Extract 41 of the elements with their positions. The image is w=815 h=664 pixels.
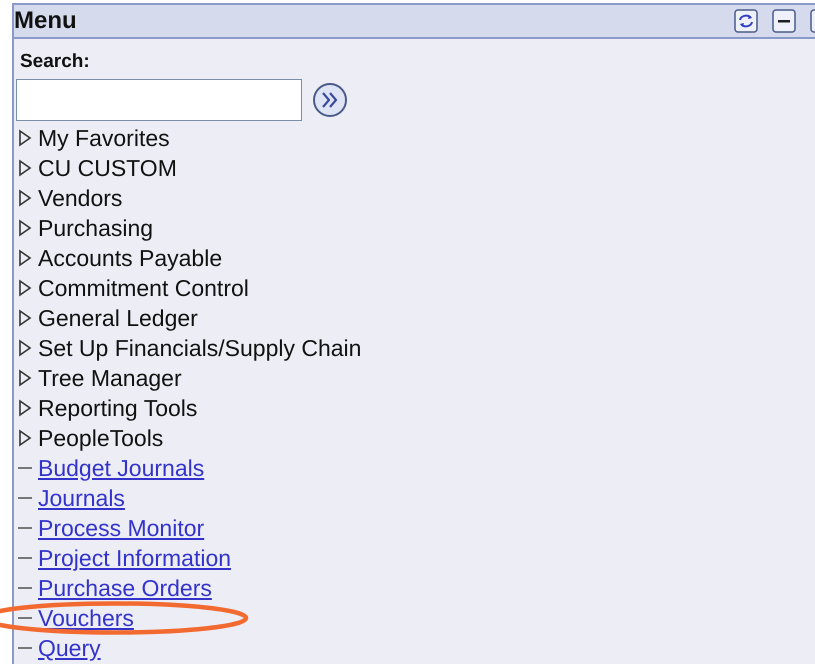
menu-link[interactable]: Process Monitor xyxy=(38,514,204,542)
expand-triangle-icon[interactable] xyxy=(18,219,32,237)
dash-icon xyxy=(18,616,32,620)
expand-triangle-icon[interactable] xyxy=(18,189,32,207)
expand-triangle-icon[interactable] xyxy=(18,429,32,447)
menu-folder[interactable]: My Favorites xyxy=(38,124,170,152)
expand-triangle-icon[interactable] xyxy=(18,159,32,177)
menu-folder[interactable]: PeopleTools xyxy=(38,424,164,452)
search-label: Search: xyxy=(20,51,91,73)
minimize-icon[interactable] xyxy=(772,9,796,33)
search-field[interactable] xyxy=(16,79,302,121)
menu-folder[interactable]: Tree Manager xyxy=(38,364,182,392)
menu-folder[interactable]: Vendors xyxy=(38,184,122,212)
dash-icon xyxy=(18,466,32,470)
menu-link[interactable]: Journals xyxy=(38,484,125,512)
expand-triangle-icon[interactable] xyxy=(18,399,32,417)
dash-icon xyxy=(18,526,32,530)
expand-triangle-icon[interactable] xyxy=(18,129,32,147)
expand-triangle-icon[interactable] xyxy=(18,369,32,387)
dash-icon xyxy=(18,646,32,650)
menu-folder[interactable]: General Ledger xyxy=(38,304,198,332)
menu-folder[interactable]: Accounts Payable xyxy=(38,244,222,272)
menu-folder[interactable]: Purchasing xyxy=(38,214,154,242)
refresh-icon[interactable] xyxy=(734,9,758,33)
menu-folder[interactable]: Set Up Financials/Supply Chain xyxy=(38,334,362,362)
dash-icon xyxy=(18,496,32,500)
menu-link[interactable]: Purchase Orders xyxy=(38,574,212,602)
menu-folder[interactable]: Reporting Tools xyxy=(38,394,198,422)
dash-icon xyxy=(18,586,32,590)
expand-triangle-icon[interactable] xyxy=(18,339,32,357)
menu-folder[interactable]: CU CUSTOM xyxy=(38,154,177,182)
expand-triangle-icon[interactable] xyxy=(18,249,32,267)
panel-title: Menu xyxy=(14,7,77,35)
menu-link[interactable]: Budget Journals xyxy=(38,454,204,482)
menu-link[interactable]: Query xyxy=(38,634,101,662)
expand-triangle-icon[interactable] xyxy=(18,309,32,327)
menu-link[interactable]: Project Information xyxy=(38,544,232,572)
dash-icon xyxy=(18,556,32,560)
go-icon[interactable] xyxy=(312,82,348,118)
menu-folder[interactable]: Commitment Control xyxy=(38,274,249,302)
expand-triangle-icon[interactable] xyxy=(18,279,32,297)
